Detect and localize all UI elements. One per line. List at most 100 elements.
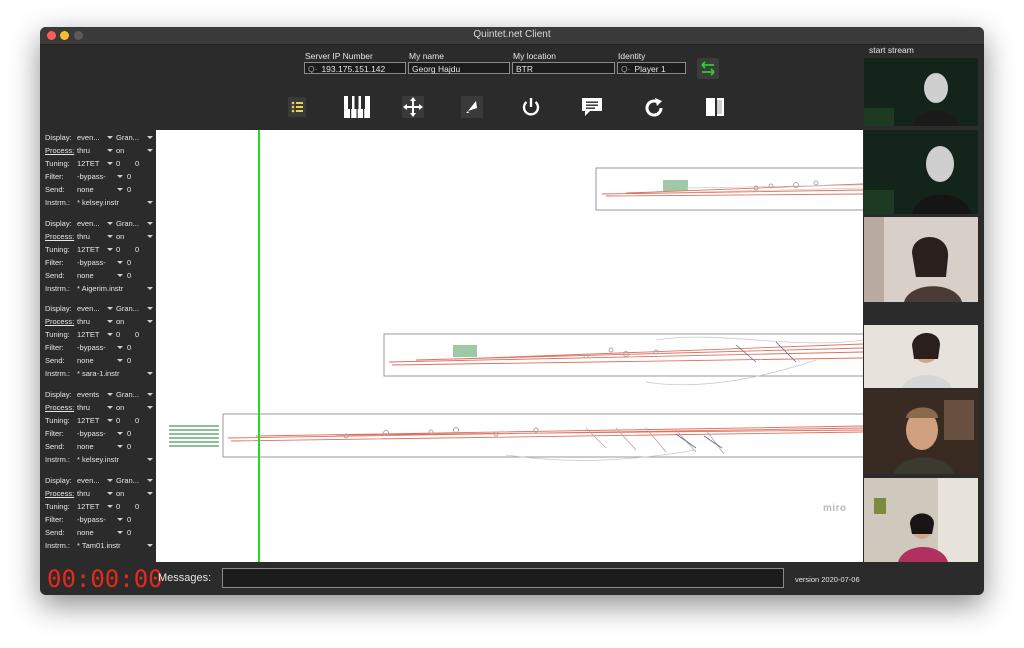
display-mode[interactable]: Gran... (116, 132, 139, 144)
tuning-value[interactable]: 12TET (77, 244, 100, 256)
process-state[interactable]: on (116, 402, 124, 414)
identity-select[interactable]: Q· Player 1 (617, 62, 686, 74)
process-label[interactable]: Process: (45, 488, 74, 500)
video-tile[interactable] (864, 130, 978, 214)
video-tile[interactable] (864, 315, 978, 388)
filter-value[interactable]: -bypass- (77, 257, 106, 269)
tuning-value[interactable]: 12TET (77, 501, 100, 513)
display-value[interactable]: even... (77, 132, 100, 144)
display-value[interactable]: events (77, 389, 99, 401)
instrm-value[interactable]: * sara-1.instr (77, 368, 120, 380)
chevron-down-icon[interactable] (147, 458, 153, 461)
launch-button[interactable] (461, 96, 483, 118)
chevron-down-icon[interactable] (147, 235, 153, 238)
send-value[interactable]: none (77, 527, 94, 539)
chevron-down-icon[interactable] (117, 359, 123, 362)
chevron-down-icon[interactable] (147, 307, 153, 310)
piano-button[interactable] (344, 96, 370, 118)
list-button[interactable] (286, 96, 308, 118)
playhead-line[interactable] (258, 130, 260, 562)
filter-value[interactable]: -bypass- (77, 342, 106, 354)
filter-value[interactable]: -bypass- (77, 428, 106, 440)
video-tile[interactable] (864, 58, 978, 126)
messages-input[interactable] (222, 568, 784, 588)
chat-button[interactable] (580, 96, 602, 118)
instrm-value[interactable]: * kelsey.instr (77, 197, 119, 209)
chevron-down-icon[interactable] (147, 287, 153, 290)
chevron-down-icon[interactable] (147, 492, 153, 495)
chevron-down-icon[interactable] (107, 136, 113, 139)
tuning-value[interactable]: 12TET (77, 415, 100, 427)
process-state[interactable]: on (116, 316, 124, 328)
chevron-down-icon[interactable] (117, 274, 123, 277)
instrm-value[interactable]: * Aigerim.instr (77, 283, 123, 295)
server-ip-input[interactable]: Q· 193.175.151.142 (304, 62, 406, 74)
chevron-down-icon[interactable] (117, 346, 123, 349)
process-value[interactable]: thru (77, 316, 90, 328)
chevron-down-icon[interactable] (147, 393, 153, 396)
display-mode[interactable]: Gran... (116, 475, 139, 487)
display-mode[interactable]: Gran... (116, 303, 139, 315)
power-button[interactable] (520, 96, 542, 118)
chevron-down-icon[interactable] (107, 419, 113, 422)
score-canvas[interactable]: miro (156, 130, 863, 562)
chevron-down-icon[interactable] (107, 320, 113, 323)
process-value[interactable]: thru (77, 488, 90, 500)
chevron-down-icon[interactable] (117, 531, 123, 534)
chevron-down-icon[interactable] (117, 518, 123, 521)
chevron-down-icon[interactable] (107, 235, 113, 238)
chevron-down-icon[interactable] (117, 188, 123, 191)
start-stream-label[interactable]: start stream (869, 45, 914, 55)
chevron-down-icon[interactable] (107, 149, 113, 152)
chevron-down-icon[interactable] (117, 175, 123, 178)
chevron-down-icon[interactable] (147, 479, 153, 482)
chevron-down-icon[interactable] (147, 544, 153, 547)
process-state[interactable]: on (116, 488, 124, 500)
send-value[interactable]: none (77, 270, 94, 282)
chevron-down-icon[interactable] (117, 445, 123, 448)
process-value[interactable]: thru (77, 402, 90, 414)
chevron-down-icon[interactable] (107, 505, 113, 508)
chevron-down-icon[interactable] (107, 492, 113, 495)
display-mode[interactable]: Gran... (116, 218, 139, 230)
process-value[interactable]: thru (77, 231, 90, 243)
chevron-down-icon[interactable] (147, 372, 153, 375)
chevron-down-icon[interactable] (107, 222, 113, 225)
chevron-down-icon[interactable] (107, 479, 113, 482)
location-input[interactable]: BTR (512, 62, 615, 74)
display-value[interactable]: even... (77, 303, 100, 315)
video-tile[interactable] (864, 217, 978, 302)
chevron-down-icon[interactable] (147, 222, 153, 225)
display-value[interactable]: even... (77, 218, 100, 230)
chevron-down-icon[interactable] (147, 201, 153, 204)
instrm-value[interactable]: * Tam01.instr (77, 540, 121, 552)
chevron-down-icon[interactable] (107, 162, 113, 165)
chevron-down-icon[interactable] (107, 307, 113, 310)
process-state[interactable]: on (116, 145, 124, 157)
chevron-down-icon[interactable] (107, 393, 113, 396)
send-value[interactable]: none (77, 355, 94, 367)
chevron-down-icon[interactable] (147, 320, 153, 323)
display-value[interactable]: even... (77, 475, 100, 487)
tuning-value[interactable]: 12TET (77, 158, 100, 170)
send-value[interactable]: none (77, 441, 94, 453)
split-view-button[interactable] (704, 96, 726, 118)
video-tile[interactable] (864, 478, 978, 562)
chevron-down-icon[interactable] (107, 333, 113, 336)
chevron-down-icon[interactable] (147, 149, 153, 152)
name-input[interactable]: Georg Hajdu (408, 62, 510, 74)
filter-value[interactable]: -bypass- (77, 171, 106, 183)
process-label[interactable]: Process: (45, 316, 74, 328)
process-value[interactable]: thru (77, 145, 90, 157)
process-label[interactable]: Process: (45, 145, 74, 157)
process-label[interactable]: Process: (45, 231, 74, 243)
refresh-button[interactable] (642, 96, 664, 118)
chevron-down-icon[interactable] (117, 261, 123, 264)
chevron-down-icon[interactable] (147, 406, 153, 409)
video-tile[interactable] (864, 390, 978, 474)
chevron-down-icon[interactable] (117, 432, 123, 435)
chevron-down-icon[interactable] (107, 248, 113, 251)
instrm-value[interactable]: * kelsey.instr (77, 454, 119, 466)
display-mode[interactable]: Gran... (116, 389, 139, 401)
move-button[interactable] (402, 96, 424, 118)
